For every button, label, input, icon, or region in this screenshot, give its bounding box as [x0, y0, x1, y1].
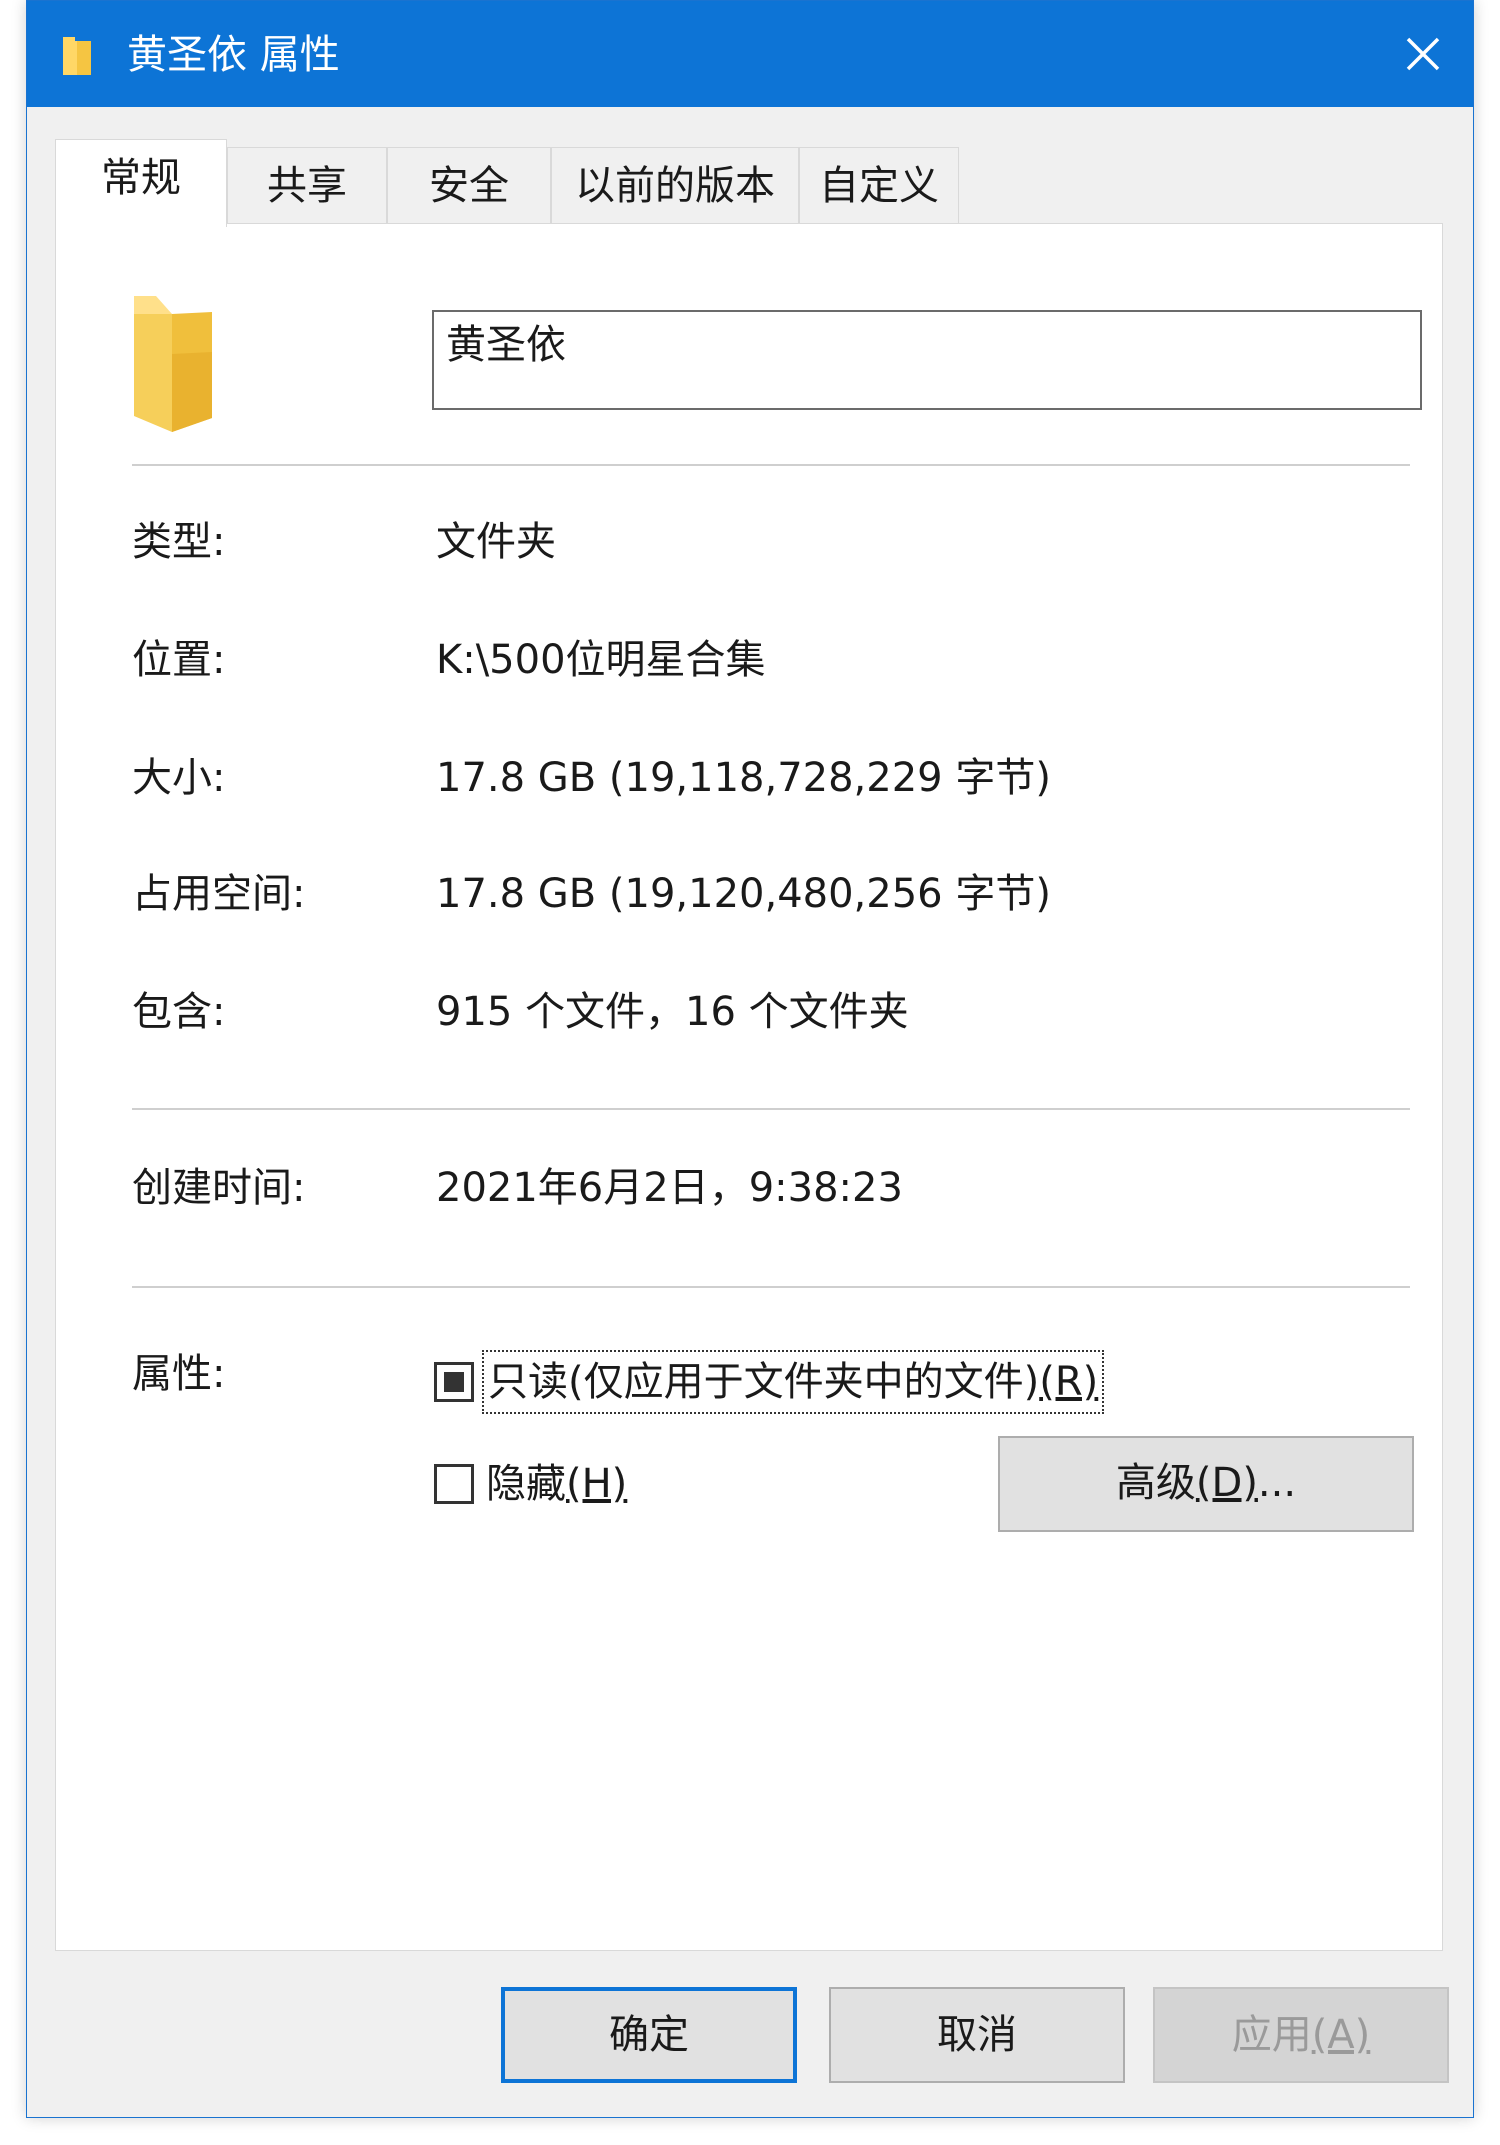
indeterminate-mark [444, 1372, 464, 1392]
close-icon [1406, 37, 1440, 71]
created-value: 2021年6月2日，9:38:23 [436, 1165, 903, 1211]
tab-customize[interactable]: 自定义 [799, 147, 959, 225]
disk-size-value: 17.8 GB (19,120,480,256 字节) [436, 871, 1051, 917]
disk-size-label: 占用空间: [132, 871, 306, 917]
title-bar[interactable]: 黄圣依 属性 [27, 1, 1473, 107]
folder-icon [134, 296, 212, 432]
general-panel: 黄圣依 类型: 文件夹 位置: K:\500位明星合集 大小: 17.8 GB … [55, 223, 1443, 1951]
apply-button[interactable]: 应用(A) [1153, 1987, 1449, 2083]
location-value: K:\500位明星合集 [436, 637, 766, 683]
separator [132, 464, 1410, 466]
hidden-checkbox[interactable] [434, 1464, 474, 1504]
attributes-label: 属性: [132, 1351, 226, 1397]
contains-label: 包含: [132, 989, 226, 1035]
type-value: 文件夹 [436, 519, 556, 565]
advanced-button[interactable]: 高级(D)... [998, 1436, 1414, 1532]
close-button[interactable] [1373, 1, 1473, 107]
readonly-checkbox[interactable] [434, 1362, 474, 1402]
window-title: 黄圣依 属性 [127, 32, 340, 78]
type-label: 类型: [132, 519, 226, 565]
properties-dialog: 黄圣依 属性 常规 共享 安全 以前的版本 自定义 黄圣依 类型: 文件夹 位置… [26, 0, 1474, 2118]
separator [132, 1108, 1410, 1110]
tab-security[interactable]: 安全 [387, 147, 551, 225]
folder-icon [63, 37, 91, 75]
tab-general[interactable]: 常规 [55, 139, 227, 227]
cancel-button[interactable]: 取消 [829, 1987, 1125, 2083]
location-label: 位置: [132, 637, 226, 683]
separator [132, 1286, 1410, 1288]
hidden-label[interactable]: 隐藏(H) [486, 1456, 627, 1512]
folder-name-input[interactable]: 黄圣依 [432, 310, 1422, 410]
size-value: 17.8 GB (19,118,728,229 字节) [436, 755, 1051, 801]
size-label: 大小: [132, 755, 226, 801]
tab-sharing[interactable]: 共享 [227, 147, 387, 225]
readonly-label[interactable]: 只读(仅应用于文件夹中的文件)(R) [481, 1350, 1105, 1414]
tab-previous-versions[interactable]: 以前的版本 [551, 147, 799, 225]
created-label: 创建时间: [132, 1165, 306, 1211]
contains-value: 915 个文件，16 个文件夹 [436, 989, 909, 1035]
ok-button[interactable]: 确定 [501, 1987, 797, 2083]
